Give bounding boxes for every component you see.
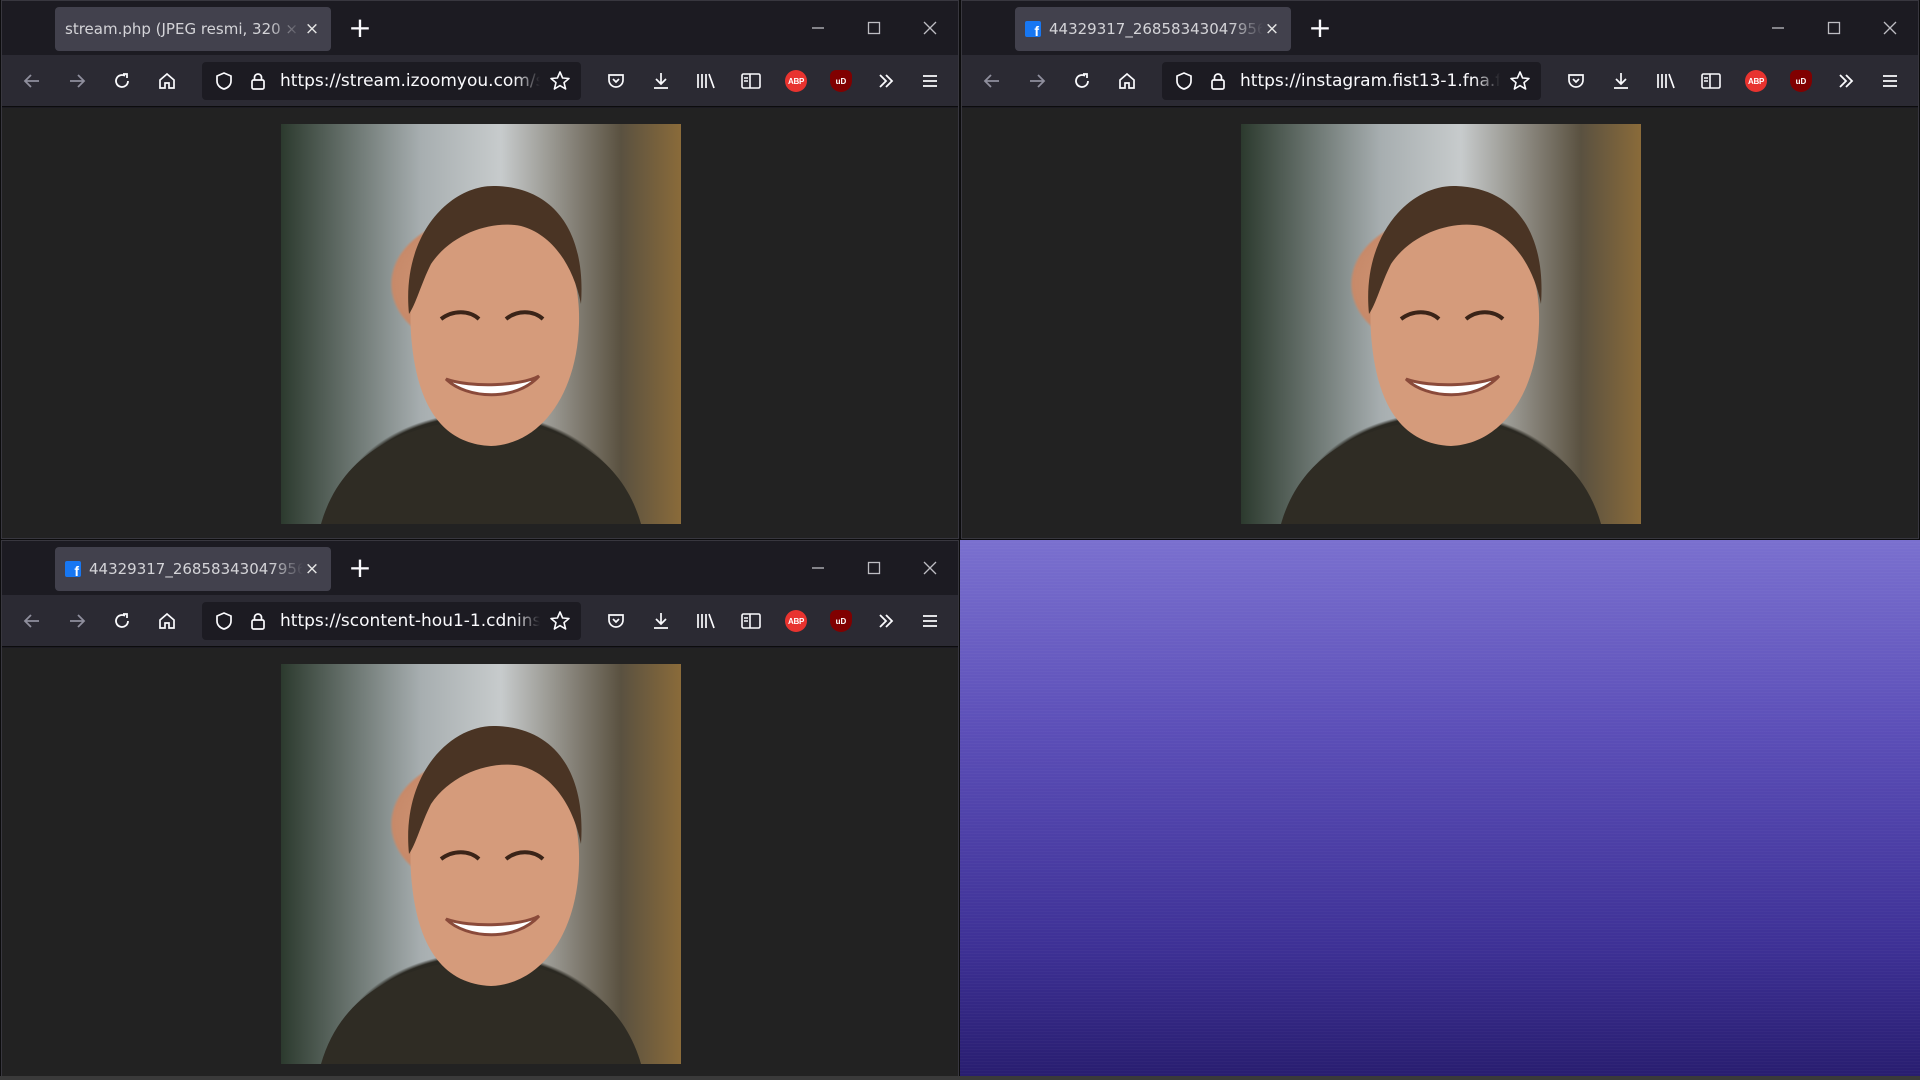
back-arrow-icon[interactable] [974, 63, 1010, 99]
page-content [962, 108, 1918, 538]
reload-icon[interactable] [104, 63, 140, 99]
pocket-icon[interactable] [598, 63, 634, 99]
url-bar[interactable]: https://scontent-hou1-1.cdninstagram.com [202, 602, 581, 640]
taskbar-edge [0, 1076, 1920, 1080]
minimize-icon[interactable] [800, 551, 836, 585]
adblock-plus-icon[interactable]: ABP [778, 603, 814, 639]
nav-toolbar: https://scontent-hou1-1.cdninstagram.com… [2, 595, 958, 647]
overflow-chevron-icon[interactable] [868, 63, 904, 99]
maximize-icon[interactable] [1816, 11, 1852, 45]
facebook-icon [65, 561, 81, 579]
library-icon[interactable] [688, 63, 724, 99]
tracking-shield-icon[interactable] [1166, 63, 1202, 99]
bookmark-star-icon[interactable] [1502, 63, 1538, 99]
tab-title: 44329317_268583430479565_4 [89, 560, 303, 578]
ublock-origin-icon[interactable]: uD [823, 603, 859, 639]
download-icon[interactable] [1603, 63, 1639, 99]
tab-bar: 44329317_268583430479565_4 × + [2, 541, 958, 595]
url-text: https://instagram.fist13-1.fna.fbcdn.net [1240, 71, 1500, 91]
tab-active[interactable]: stream.php (JPEG resmi, 320 × 320 piksel… [55, 7, 331, 51]
library-icon[interactable] [1648, 63, 1684, 99]
hamburger-menu-icon[interactable] [1872, 63, 1908, 99]
close-tab-icon[interactable]: × [303, 559, 321, 579]
close-window-icon[interactable] [1872, 11, 1908, 45]
download-icon[interactable] [643, 63, 679, 99]
close-window-icon[interactable] [912, 11, 948, 45]
abp-badge: ABP [1745, 70, 1767, 92]
abp-badge: ABP [785, 610, 807, 632]
portrait-image [281, 124, 681, 524]
lock-icon[interactable] [1200, 63, 1236, 99]
maximize-icon[interactable] [856, 11, 892, 45]
browser-window-2: 44329317_268583430479565_4 × + https://i… [961, 0, 1919, 539]
tab-title: stream.php (JPEG resmi, 320 × 320 piksel… [65, 20, 303, 38]
reload-icon[interactable] [1064, 63, 1100, 99]
new-tab-button[interactable]: + [1302, 11, 1338, 47]
url-text: https://scontent-hou1-1.cdninstagram.com [280, 611, 540, 631]
minimize-icon[interactable] [1760, 11, 1796, 45]
tab-active[interactable]: 44329317_268583430479565_4 × [55, 547, 331, 591]
close-tab-icon[interactable]: × [1263, 19, 1281, 39]
home-icon[interactable] [149, 63, 185, 99]
reload-icon[interactable] [104, 603, 140, 639]
forward-arrow-icon[interactable] [59, 63, 95, 99]
url-text: https://stream.izoomyou.com/stream.php [280, 71, 540, 91]
sidebar-icon[interactable] [733, 603, 769, 639]
url-bar[interactable]: https://stream.izoomyou.com/stream.php [202, 62, 581, 100]
desktop-wallpaper [960, 540, 1920, 1080]
ublock-badge: uD [830, 70, 852, 92]
bookmark-star-icon[interactable] [542, 63, 578, 99]
tab-bar: 44329317_268583430479565_4 × + [962, 1, 1918, 55]
download-icon[interactable] [643, 603, 679, 639]
browser-window-3: 44329317_268583430479565_4 × + https://s… [1, 540, 959, 1079]
maximize-icon[interactable] [856, 551, 892, 585]
tab-active[interactable]: 44329317_268583430479565_4 × [1015, 7, 1291, 51]
lock-icon[interactable] [240, 603, 276, 639]
home-icon[interactable] [1109, 63, 1145, 99]
close-tab-icon[interactable]: × [303, 19, 321, 39]
pocket-icon[interactable] [598, 603, 634, 639]
lock-icon[interactable] [240, 63, 276, 99]
hamburger-menu-icon[interactable] [912, 603, 948, 639]
home-icon[interactable] [149, 603, 185, 639]
bookmark-star-icon[interactable] [542, 603, 578, 639]
hamburger-menu-icon[interactable] [912, 63, 948, 99]
tab-bar: stream.php (JPEG resmi, 320 × 320 piksel… [2, 1, 958, 55]
forward-arrow-icon[interactable] [1019, 63, 1055, 99]
abp-badge: ABP [785, 70, 807, 92]
nav-toolbar: https://stream.izoomyou.com/stream.php A… [2, 55, 958, 107]
overflow-chevron-icon[interactable] [868, 603, 904, 639]
ublock-badge: uD [830, 610, 852, 632]
adblock-plus-icon[interactable]: ABP [778, 63, 814, 99]
portrait-image [1241, 124, 1641, 524]
sidebar-icon[interactable] [733, 63, 769, 99]
page-content [2, 108, 958, 538]
page-content [2, 648, 958, 1078]
desktop-screen: stream.php (JPEG resmi, 320 × 320 piksel… [0, 0, 1920, 1080]
adblock-plus-icon[interactable]: ABP [1738, 63, 1774, 99]
ublock-origin-icon[interactable]: uD [1783, 63, 1819, 99]
sidebar-icon[interactable] [1693, 63, 1729, 99]
minimize-icon[interactable] [800, 11, 836, 45]
facebook-icon [1025, 21, 1041, 39]
forward-arrow-icon[interactable] [59, 603, 95, 639]
url-bar[interactable]: https://instagram.fist13-1.fna.fbcdn.net [1162, 62, 1541, 100]
tracking-shield-icon[interactable] [206, 603, 242, 639]
pocket-icon[interactable] [1558, 63, 1594, 99]
back-arrow-icon[interactable] [14, 603, 50, 639]
back-arrow-icon[interactable] [14, 63, 50, 99]
new-tab-button[interactable]: + [342, 551, 378, 587]
portrait-image [281, 664, 681, 1064]
tab-title: 44329317_268583430479565_4 [1049, 20, 1263, 38]
new-tab-button[interactable]: + [342, 11, 378, 47]
nav-toolbar: https://instagram.fist13-1.fna.fbcdn.net… [962, 55, 1918, 107]
close-window-icon[interactable] [912, 551, 948, 585]
ublock-badge: uD [1790, 70, 1812, 92]
library-icon[interactable] [688, 603, 724, 639]
overflow-chevron-icon[interactable] [1828, 63, 1864, 99]
ublock-origin-icon[interactable]: uD [823, 63, 859, 99]
tracking-shield-icon[interactable] [206, 63, 242, 99]
browser-window-1: stream.php (JPEG resmi, 320 × 320 piksel… [1, 0, 959, 539]
